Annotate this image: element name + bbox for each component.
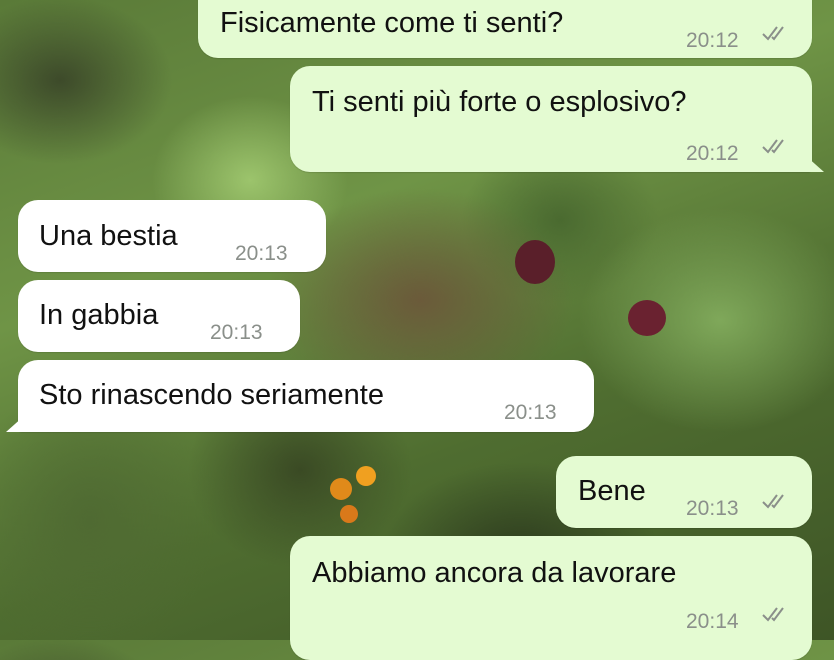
message-text: Ti senti più forte o esplosivo? [312,86,687,118]
message-text: Una bestia [39,220,178,252]
wallpaper-flower [330,478,352,500]
message-text: Abbiamo ancora da lavorare [312,557,677,589]
read-double-check-icon [762,139,784,154]
message-text: Fisicamente come ti senti? [220,7,564,39]
read-double-check-icon [762,494,784,509]
wallpaper-flower [356,466,376,486]
message-text: In gabbia [39,299,159,331]
message-bubble-outgoing[interactable]: Abbiamo ancora da lavorare 20:14 [290,536,812,660]
message-bubble-incoming[interactable]: Una bestia 20:13 [18,200,326,272]
wallpaper-flower [628,300,666,336]
bubble-tail [6,416,24,432]
read-double-check-icon [762,26,784,41]
message-time: 20:14 [686,610,739,633]
message-bubble-outgoing[interactable]: Bene 20:13 [556,456,812,528]
message-text: Bene [578,475,646,507]
message-bubble-incoming[interactable]: Sto rinascendo seriamente 20:13 [6,360,594,432]
message-time: 20:13 [504,401,557,424]
message-bubble-outgoing[interactable]: Ti senti più forte o esplosivo? 20:12 [290,66,824,172]
message-bubble-incoming[interactable]: In gabbia 20:13 [18,280,300,352]
wallpaper-flower [515,240,555,284]
wallpaper-flower [340,505,358,523]
read-double-check-icon [762,607,784,622]
message-time: 20:12 [686,142,739,165]
message-text: Sto rinascendo seriamente [39,379,384,411]
message-time: 20:13 [210,321,263,344]
message-bubble-outgoing[interactable]: Fisicamente come ti senti? 20:12 [198,0,812,58]
bubble-tail [806,156,824,172]
chat-screen: { "messages": [ {"direction": "outgoing"… [0,0,834,660]
message-time: 20:13 [686,497,739,520]
message-time: 20:13 [235,242,288,265]
message-time: 20:12 [686,29,739,52]
